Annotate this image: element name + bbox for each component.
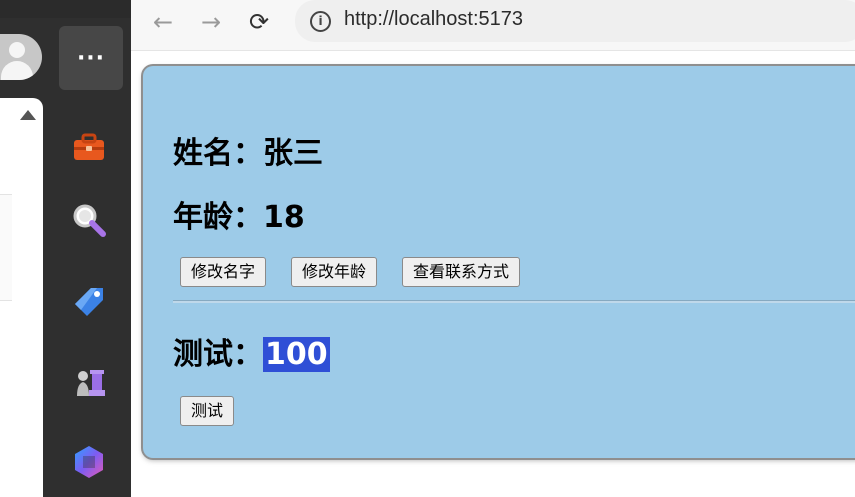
site-info-icon[interactable]: i (310, 11, 331, 32)
more-options-label: ··· (76, 45, 106, 71)
more-options-button[interactable]: ··· (59, 26, 123, 90)
toolbox-icon[interactable] (69, 128, 109, 168)
search-icon[interactable] (69, 200, 109, 240)
content-card: 姓名：张三 年龄：18 修改名字 修改年龄 查看联系方式 测试：100 测试 (143, 66, 855, 458)
browser-toolbar: ← → ⟳ i http://localhost:5173 (131, 0, 855, 50)
test-label: 测试： (173, 337, 263, 372)
test-line: 测试：100 (173, 329, 330, 373)
back-arrow-icon: ← (152, 8, 174, 36)
forward-button[interactable]: → (197, 8, 225, 36)
reload-icon: ⟳ (248, 8, 270, 36)
side-panel (0, 98, 43, 497)
toolbar-divider (131, 50, 855, 51)
age-label: 年龄： (173, 200, 263, 235)
panel-row (0, 194, 12, 300)
reload-button[interactable]: ⟳ (245, 8, 273, 36)
top-strip (0, 0, 131, 18)
edit-name-button[interactable]: 修改名字 (180, 257, 267, 287)
scroll-up-icon[interactable] (20, 110, 36, 120)
test-button[interactable]: 测试 (180, 396, 235, 426)
name-value: 张三 (263, 136, 323, 171)
info-glyph: i (318, 14, 323, 28)
name-label: 姓名： (173, 136, 263, 171)
panel-divider (0, 194, 12, 195)
back-button[interactable]: ← (149, 8, 177, 36)
name-line: 姓名：张三 (173, 128, 323, 172)
avatar-body (1, 61, 33, 80)
view-contact-button[interactable]: 查看联系方式 (402, 257, 521, 287)
edit-age-button[interactable]: 修改年龄 (291, 257, 378, 287)
age-line: 年龄：18 (173, 192, 305, 236)
age-value: 18 (263, 200, 305, 235)
avatar-head (9, 42, 25, 58)
tag-icon[interactable] (69, 282, 109, 322)
section-divider (173, 300, 855, 303)
forward-arrow-icon: → (200, 8, 222, 36)
chess-icon[interactable] (69, 362, 109, 402)
copilot-icon[interactable] (69, 442, 109, 482)
test-value[interactable]: 100 (263, 337, 330, 372)
url-text[interactable]: http://localhost:5173 (344, 8, 523, 31)
panel-divider (0, 300, 12, 301)
